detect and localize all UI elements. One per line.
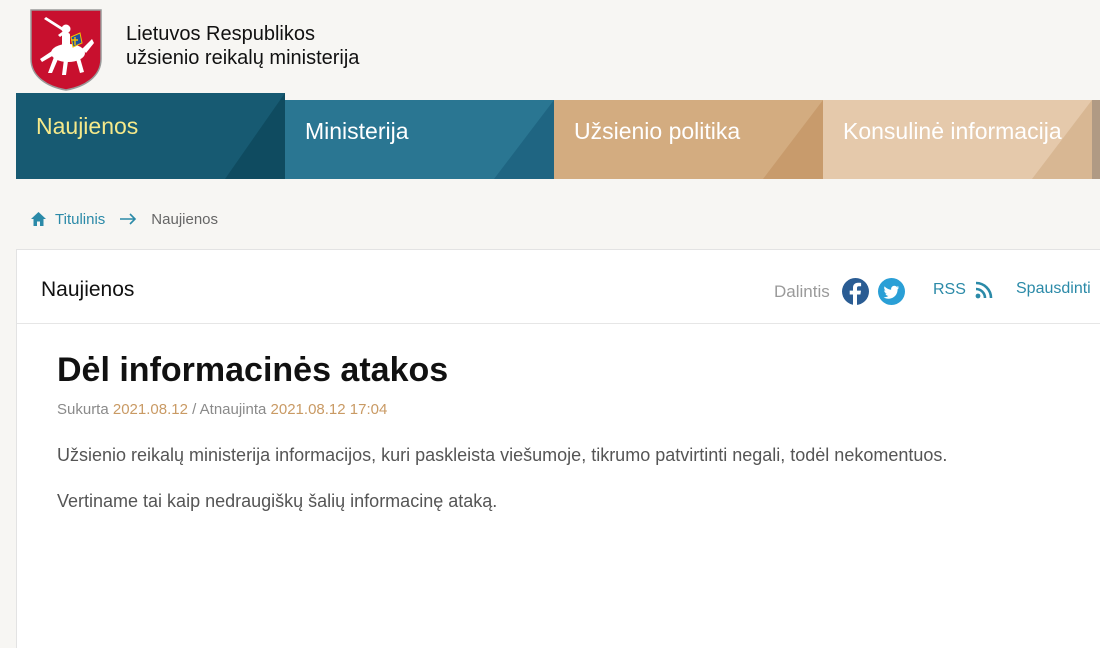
created-label: Sukurta — [57, 401, 109, 418]
rss-link[interactable]: RSS — [933, 280, 994, 300]
created-date: 2021.08.12 — [112, 401, 188, 418]
breadcrumb: Titulinis Naujienos — [30, 208, 218, 230]
article-paragraph-2: Vertiname tai kaip nedraugiškų šalių inf… — [57, 491, 498, 511]
main-navigation: Naujienos Ministerija Užsienio politika … — [16, 93, 1100, 179]
article-meta: Sukurta 2021.08.12 / Atnaujinta 2021.08.… — [57, 401, 1057, 418]
nav-item-ministerija[interactable]: Ministerija — [285, 100, 554, 179]
nav-corner-decoration — [494, 100, 554, 179]
nav-item-uzsienio-politika[interactable]: Užsienio politika — [554, 100, 823, 179]
site-name-line1: Lietuvos Respublikos — [126, 23, 315, 45]
rss-icon — [975, 281, 993, 299]
site-header: Lietuvos Respublikos užsienio reikalų mi… — [0, 0, 1100, 93]
nav-corner-decoration — [763, 100, 823, 179]
nav-item-naujienos[interactable]: Naujienos — [16, 93, 285, 179]
breadcrumb-home-label: Titulinis — [55, 210, 106, 228]
share-label: Dalintis — [774, 282, 830, 301]
rss-label: RSS — [933, 281, 966, 298]
nav-item-label: Naujienos — [36, 113, 139, 139]
breadcrumb-home-link[interactable]: Titulinis — [30, 211, 105, 228]
updated-date: 2021.08.12 17:04 — [270, 401, 388, 418]
nav-corner-decoration — [225, 93, 285, 179]
print-link[interactable]: Spausdinti — [1016, 280, 1091, 298]
content-panel: Naujienos Dalintis RSS Spausdinti Dėl in — [16, 249, 1100, 648]
facebook-icon[interactable] — [842, 278, 869, 305]
article-title: Dėl informacinės atakos — [57, 351, 449, 389]
twitter-icon[interactable] — [878, 278, 905, 305]
panel-header: Naujienos Dalintis RSS Spausdinti — [17, 250, 1100, 324]
arrow-right-icon — [119, 213, 137, 225]
breadcrumb-current: Naujienos — [151, 210, 219, 228]
nav-item-label: Užsienio politika — [574, 118, 741, 144]
nav-item-label: Konsulinė informacija — [843, 118, 1062, 144]
updated-label: Atnaujinta — [199, 401, 267, 418]
site-name[interactable]: Lietuvos Respublikos užsienio reikalų mi… — [126, 22, 359, 70]
article-paragraph-1: Užsienio reikalų ministerija informacijo… — [57, 445, 948, 465]
nav-item-overflow[interactable] — [1092, 100, 1100, 179]
article: Dėl informacinės atakos Sukurta 2021.08.… — [57, 350, 1057, 512]
nav-item-konsuline-informacija[interactable]: Konsulinė informacija — [823, 100, 1092, 179]
panel-title: Naujienos — [41, 278, 135, 301]
vytis-coat-of-arms-icon[interactable] — [30, 9, 102, 91]
home-icon — [31, 212, 46, 226]
site-name-line2: užsienio reikalų ministerija — [126, 47, 360, 69]
nav-item-label: Ministerija — [305, 118, 409, 144]
meta-separator: / — [192, 401, 197, 418]
